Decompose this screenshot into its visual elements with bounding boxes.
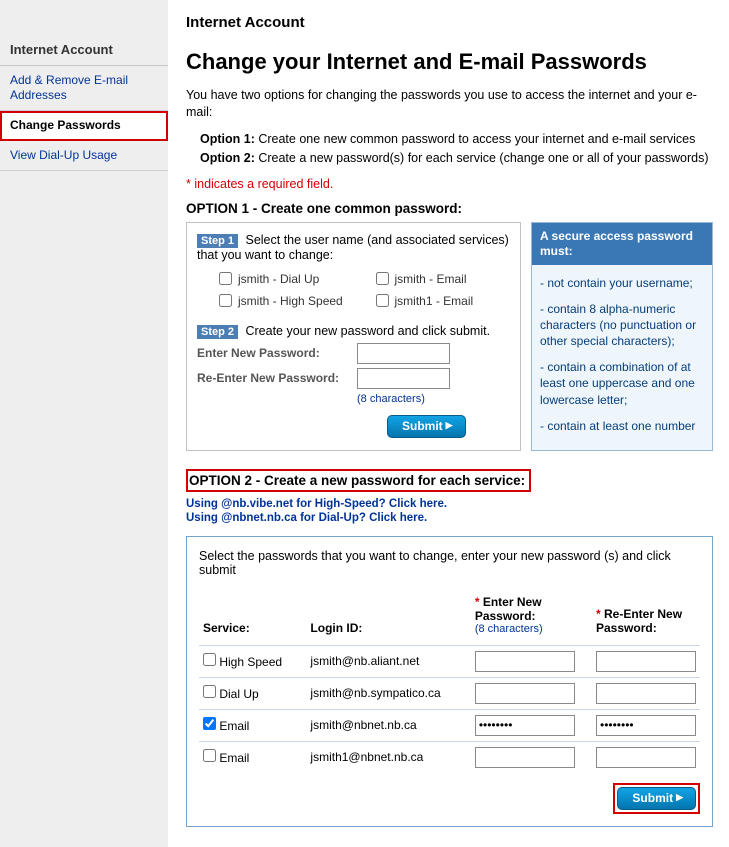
login-id: jsmith@nb.sympatico.ca (306, 677, 470, 709)
step1-line: Step 1 Select the user name (and associa… (197, 233, 510, 262)
service-name: Dial Up (219, 687, 258, 701)
opt2-checkbox-dialup[interactable] (203, 685, 216, 698)
chars-note: (8 characters) (357, 393, 510, 405)
table-row: Email jsmith@nbnet.nb.ca (199, 709, 700, 741)
opt1-label-dialup: jsmith - Dial Up (238, 272, 319, 286)
table-row: High Speed jsmith@nb.aliant.net (199, 645, 700, 677)
sidebar-item-change-passwords[interactable]: Change Passwords (0, 111, 168, 141)
opt1-checkbox-email2[interactable] (376, 294, 389, 307)
option1-heading: OPTION 1 - Create one common password: (186, 201, 713, 216)
sidebar: Internet Account Add & Remove E-mail Add… (0, 0, 168, 847)
password-rule: - contain a combination of at least one … (532, 349, 712, 408)
col-new-password: * Enter New Password:(8 characters) (471, 591, 592, 646)
opt1-submit-button[interactable]: Submit▶ (387, 415, 466, 438)
opt2-re-pw-highspeed[interactable] (596, 651, 696, 672)
col-re-password: * Re-Enter New Password: (592, 591, 700, 646)
opt1-label-email: jsmith - Email (395, 272, 467, 286)
col-service: Service: (199, 591, 306, 646)
opt1-label-highspeed: jsmith - High Speed (238, 294, 343, 308)
opt1-new-password-input[interactable] (357, 343, 450, 364)
opt1-checkbox-highspeed[interactable] (219, 294, 232, 307)
intro-option1: Option 1: Create one new common password… (200, 131, 713, 148)
intro-desc: You have two options for changing the pa… (186, 87, 713, 121)
step2-badge: Step 2 (197, 325, 238, 339)
login-id: jsmith1@nbnet.nb.ca (306, 741, 470, 773)
password-rules-heading: A secure access password must: (532, 223, 712, 265)
opt2-re-pw-email2[interactable] (596, 747, 696, 768)
opt2-new-pw-highspeed[interactable] (475, 651, 575, 672)
breadcrumb: Internet Account (186, 14, 713, 31)
service-name: High Speed (219, 655, 282, 669)
password-rule: - contain 8 alpha-numeric characters (no… (532, 291, 712, 350)
password-rule: - contain at least one number (532, 408, 712, 444)
step2-line: Step 2 Create your new password and clic… (197, 324, 510, 339)
opt2-checkbox-highspeed[interactable] (203, 653, 216, 666)
option2-box: Select the passwords that you want to ch… (186, 536, 713, 827)
intro-option2: Option 2: Create a new password(s) for e… (200, 150, 713, 167)
sidebar-item-dialup-usage[interactable]: View Dial-Up Usage (0, 141, 168, 171)
opt1-checkbox-dialup[interactable] (219, 272, 232, 285)
sidebar-heading: Internet Account (0, 36, 168, 66)
service-name: Email (219, 751, 249, 765)
reenter-password-label: Re-Enter New Password: (197, 371, 357, 385)
step1-badge: Step 1 (197, 234, 238, 248)
opt2-submit-button[interactable]: Submit▶ (617, 787, 696, 810)
password-rule: - not contain your username; (532, 265, 712, 291)
triangle-right-icon: ▶ (676, 793, 683, 802)
services-table: Service: Login ID: * Enter New Password:… (199, 591, 700, 773)
highspeed-vibe-link[interactable]: Using @nb.vibe.net for High-Speed? Click… (186, 498, 713, 510)
sidebar-item-add-remove[interactable]: Add & Remove E-mail Addresses (0, 66, 168, 111)
opt2-new-pw-email[interactable] (475, 715, 575, 736)
col-login: Login ID: (306, 591, 470, 646)
opt1-reenter-password-input[interactable] (357, 368, 450, 389)
submit2-highlight: Submit▶ (613, 783, 700, 814)
option2-instruction: Select the passwords that you want to ch… (199, 549, 700, 577)
enter-password-label: Enter New Password: (197, 346, 357, 360)
opt2-new-pw-email2[interactable] (475, 747, 575, 768)
dialup-nbnet-link[interactable]: Using @nbnet.nb.ca for Dial-Up? Click he… (186, 512, 713, 524)
table-row: Dial Up jsmith@nb.sympatico.ca (199, 677, 700, 709)
opt2-re-pw-dialup[interactable] (596, 683, 696, 704)
opt2-new-pw-dialup[interactable] (475, 683, 575, 704)
triangle-right-icon: ▶ (446, 421, 453, 430)
option1-box: Step 1 Select the user name (and associa… (186, 222, 521, 451)
password-rules-box: A secure access password must: - not con… (531, 222, 713, 451)
option2-heading: OPTION 2 - Create a new password for eac… (186, 469, 531, 492)
opt2-re-pw-email[interactable] (596, 715, 696, 736)
opt2-checkbox-email2[interactable] (203, 749, 216, 762)
login-id: jsmith@nbnet.nb.ca (306, 709, 470, 741)
opt1-label-email2: jsmith1 - Email (395, 294, 474, 308)
main-content: Internet Account Change your Internet an… (168, 0, 729, 847)
opt1-checkbox-email[interactable] (376, 272, 389, 285)
required-note: * indicates a required field. (186, 177, 713, 191)
service-name: Email (219, 719, 249, 733)
page-title: Change your Internet and E-mail Password… (186, 49, 713, 75)
table-row: Email jsmith1@nbnet.nb.ca (199, 741, 700, 773)
login-id: jsmith@nb.aliant.net (306, 645, 470, 677)
